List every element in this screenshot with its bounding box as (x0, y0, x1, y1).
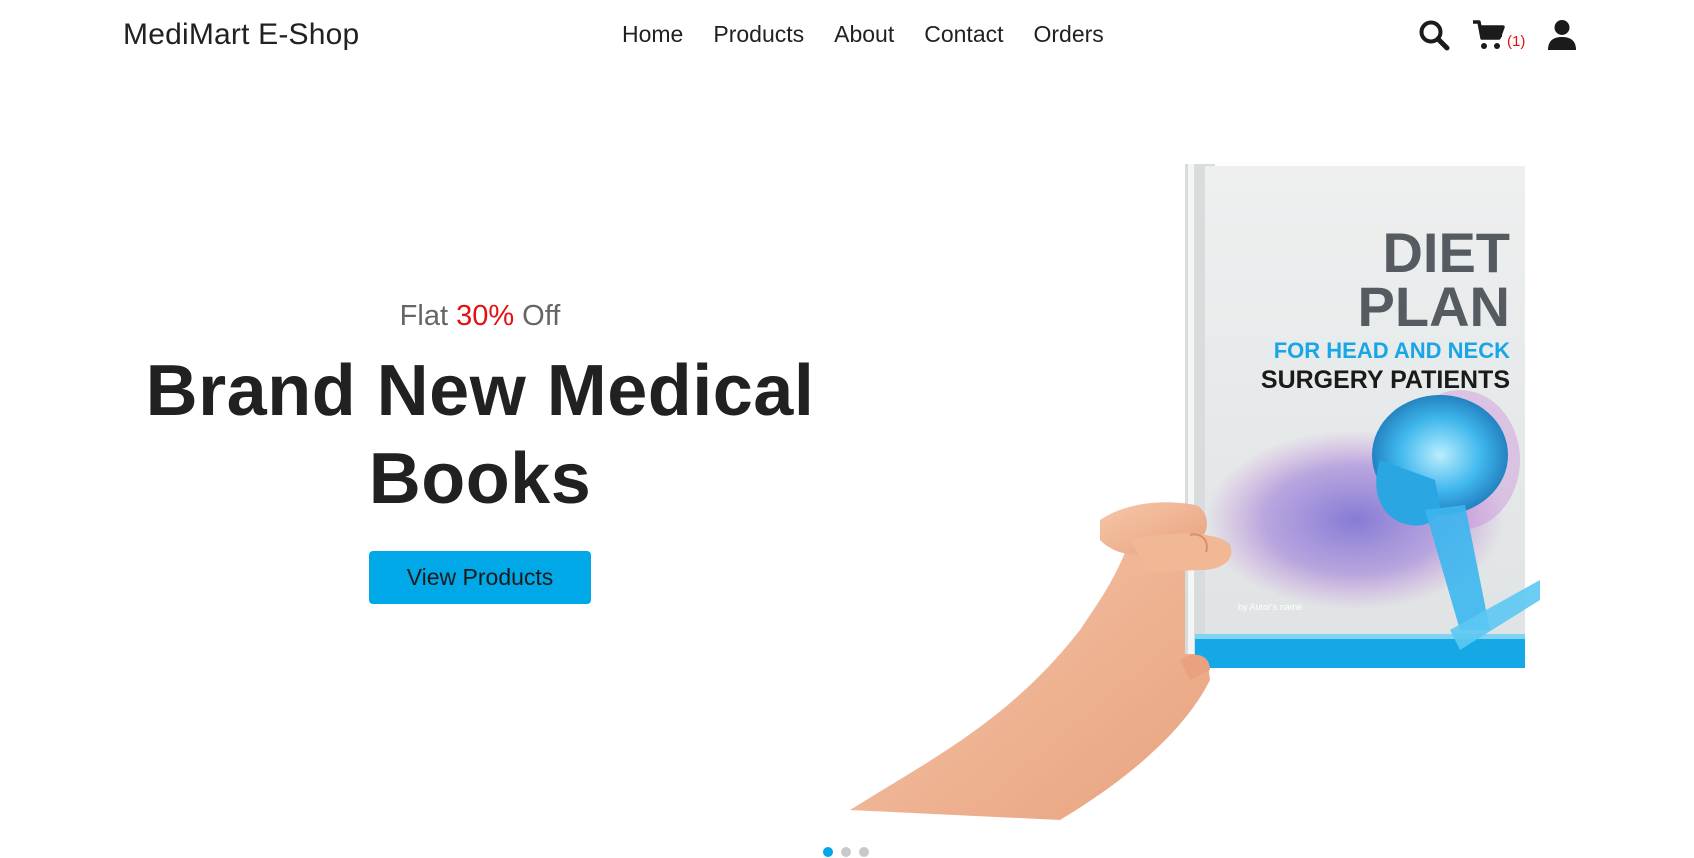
book-title-line2: PLAN (1358, 275, 1510, 338)
brand-logo[interactable]: MediMart E-Shop (123, 18, 359, 52)
book-subtitle-2: SURGERY PATIENTS (1261, 366, 1510, 394)
nav-products[interactable]: Products (713, 21, 804, 48)
book-author: by Autor's name (1238, 602, 1302, 612)
hero-headline: Brand New Medical Books (120, 347, 840, 523)
headline-line-2: Books (368, 439, 592, 519)
nav-orders[interactable]: Orders (1034, 21, 1104, 48)
carousel-dot-3[interactable] (859, 847, 869, 857)
offer-percent: 30% (456, 300, 515, 332)
nav-home[interactable]: Home (622, 21, 683, 48)
nav-about[interactable]: About (834, 21, 894, 48)
main-nav: Home Products About Contact Orders (622, 21, 1134, 48)
carousel-indicators (823, 847, 869, 857)
cart-icon (1473, 20, 1505, 49)
nav-icons: (1) (1418, 15, 1577, 55)
cart-count-badge: (1) (1507, 32, 1526, 50)
search-icon[interactable] (1418, 19, 1450, 51)
cart-button[interactable]: (1) (1472, 19, 1525, 51)
hero-text: Flat 30% Off Brand New Medical Books Vie… (120, 300, 840, 604)
hero-book-image: DIET PLAN FOR HEAD AND NECK SURGERY PATI… (850, 160, 1550, 820)
carousel-dot-1[interactable] (823, 847, 833, 857)
headline-line-1: Brand New Medical (145, 351, 815, 431)
navbar: MediMart E-Shop Home Products About Cont… (0, 0, 1694, 72)
user-icon[interactable] (1547, 19, 1577, 51)
offer-text: Flat 30% Off (399, 300, 561, 332)
carousel-dot-2[interactable] (841, 847, 851, 857)
nav-contact[interactable]: Contact (924, 21, 1003, 48)
view-products-button[interactable]: View Products (368, 551, 592, 604)
book-subtitle-1: FOR HEAD AND NECK (1274, 338, 1510, 363)
